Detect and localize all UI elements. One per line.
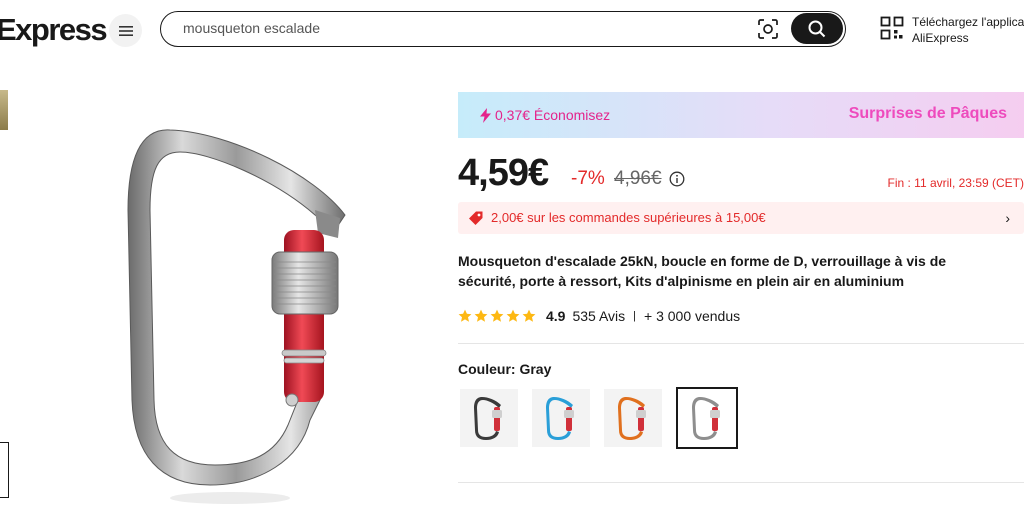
rating-row: 4.9 535 Avis | + 3 000 vendus (458, 306, 740, 326)
hamburger-icon (118, 25, 133, 36)
color-label: Couleur: Gray (458, 361, 551, 377)
product-title: Mousqueton d'escalade 25kN, boucle en fo… (458, 253, 947, 289)
star-icon (506, 309, 520, 322)
lightning-icon (480, 107, 491, 123)
image-search-icon[interactable] (757, 18, 779, 40)
color-swatch-black[interactable] (460, 389, 518, 447)
sold-count: + 3 000 vendus (644, 308, 741, 324)
current-price: 4,59€ (458, 152, 549, 194)
original-price: 4,96€ (614, 168, 662, 189)
app-download-text: Téléchargez l'applica AliExpress (912, 14, 1024, 46)
header: Express Téléchargez l'applica AliExpress (0, 0, 1024, 62)
price-row: 4,59€ -7% 4,96€ Fin : 11 avril, 23:59 (C… (458, 152, 1024, 194)
search-button[interactable] (791, 13, 843, 44)
menu-button[interactable] (109, 14, 142, 47)
coupon-tag-icon (469, 211, 483, 225)
app-download-line2: AliExpress (912, 31, 969, 45)
color-swatch-gray[interactable] (676, 387, 738, 449)
star-icon (522, 309, 536, 322)
savings-badge: 0,37€ Économisez (480, 107, 610, 123)
separator: | (633, 310, 636, 322)
qr-code-icon (880, 16, 904, 40)
search-input[interactable] (183, 20, 743, 36)
coupon-text: 2,00€ sur les commandes supérieures à 15… (491, 210, 766, 225)
color-swatch-blue[interactable] (532, 389, 590, 447)
carabiner-thumbnail (692, 397, 720, 440)
app-download-line1: Téléchargez l'applica (912, 15, 1024, 29)
discount-percent: -7% (571, 168, 605, 189)
gallery-thumbnail[interactable] (0, 90, 8, 130)
color-label-prefix: Couleur: (458, 361, 516, 377)
aliexpress-logo[interactable]: Express (0, 12, 108, 48)
carabiner-thumbnail (618, 397, 646, 440)
star-icon (474, 309, 488, 322)
campaign-title: Surprises de Pâques (848, 105, 1007, 122)
star-icon (458, 309, 472, 322)
info-icon[interactable] (669, 171, 685, 187)
product-main-image[interactable] (100, 100, 400, 510)
search-icon (808, 20, 826, 37)
search-bar (160, 11, 846, 47)
carabiner-thumbnail (474, 397, 502, 440)
savings-text: 0,37€ Économisez (495, 107, 611, 123)
gallery-thumbnail-selected[interactable] (0, 442, 9, 498)
color-selected-name: Gray (519, 361, 552, 377)
rating-value: 4.9 (546, 308, 566, 324)
reviews-link[interactable]: 535 Avis (572, 308, 625, 324)
star-icon (490, 309, 504, 322)
app-download-link[interactable]: Téléchargez l'applica AliExpress (880, 14, 1024, 46)
divider (458, 343, 1024, 344)
coupon-banner[interactable]: 2,00€ sur les commandes supérieures à 15… (458, 202, 1024, 234)
chevron-right-icon: › (1005, 210, 1010, 226)
carabiner-thumbnail (546, 397, 574, 440)
star-rating (458, 309, 538, 323)
divider (458, 482, 1024, 483)
promo-banner[interactable]: 0,37€ Économisez Surprises de Pâques (458, 92, 1024, 138)
color-swatch-orange[interactable] (604, 389, 662, 447)
sale-end-time: Fin : 11 avril, 23:59 (CET) (887, 176, 1024, 190)
color-swatches (460, 387, 752, 449)
